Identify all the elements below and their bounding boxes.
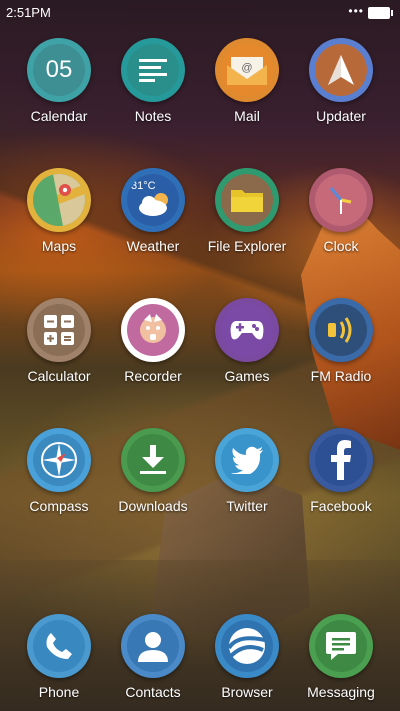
app-contacts[interactable]: Contacts [106,614,200,700]
app-clock[interactable]: Clock [294,168,388,254]
app-label: Calculator [27,368,91,384]
app-compass[interactable]: Compass [12,428,106,514]
app-fm-radio[interactable]: FM Radio [294,298,388,384]
app-calendar[interactable]: 05 Calendar [12,38,106,124]
phone-icon[interactable] [33,620,85,672]
radio-icon[interactable] [315,304,367,356]
updater-icon[interactable] [315,44,367,96]
app-label: Clock [323,238,359,254]
app-label: Mail [234,108,260,124]
app-notes[interactable]: Notes [106,38,200,124]
app-icon-ring[interactable] [27,428,91,492]
dock: Phone Contacts Browser Messaging [0,614,400,700]
app-label: Recorder [124,368,182,384]
clock-icon[interactable] [315,174,367,226]
app-mail[interactable]: @ Mail [200,38,294,124]
calendar-date: 05 [45,56,73,83]
weather-icon[interactable]: 31°C [127,174,179,226]
app-label: Downloads [118,498,188,514]
gamepad-icon[interactable] [221,304,273,356]
app-icon-ring[interactable] [309,428,373,492]
notes-icon[interactable] [127,44,179,96]
signal-indicator: ••• [348,4,364,18]
app-icon-ring[interactable] [27,614,91,678]
app-twitter[interactable]: Twitter [200,428,294,514]
battery-icon [368,7,393,19]
app-messaging[interactable]: Messaging [294,614,388,700]
app-icon-ring[interactable] [121,614,185,678]
app-grid: 05 Calendar Notes @ Mail Updater Maps 31°C Weath… [0,38,400,514]
app-icon-ring[interactable]: @ [215,38,279,102]
twitter-icon[interactable] [221,434,273,486]
folder-icon[interactable] [221,174,273,226]
recorder-icon[interactable] [127,304,179,356]
weather-temperature: 31°C [131,180,156,192]
app-icon-ring[interactable] [215,298,279,362]
app-label: File Explorer [207,238,287,254]
app-icon-ring[interactable] [27,168,91,232]
download-icon[interactable] [127,434,179,486]
app-label: Browser [221,684,273,700]
app-phone[interactable]: Phone [12,614,106,700]
app-icon-ring[interactable] [309,168,373,232]
app-browser[interactable]: Browser [200,614,294,700]
app-icon-ring[interactable] [27,298,91,362]
app-label: Contacts [125,684,181,700]
app-label: Weather [126,238,180,254]
app-icon-ring[interactable]: 05 [27,38,91,102]
app-recorder[interactable]: Recorder [106,298,200,384]
calculator-icon[interactable] [33,304,85,356]
app-icon-ring[interactable] [121,38,185,102]
messaging-icon[interactable] [315,620,367,672]
mail-at-symbol: @ [241,62,252,74]
app-label: Calendar [30,108,88,124]
app-weather[interactable]: 31°C Weather [106,168,200,254]
status-bar: 2:51PM ••• [0,0,400,24]
contacts-icon[interactable] [127,620,179,672]
app-maps[interactable]: Maps [12,168,106,254]
app-icon-ring[interactable] [309,298,373,362]
app-label: Compass [29,498,89,514]
app-label: Phone [38,684,80,700]
app-facebook[interactable]: Facebook [294,428,388,514]
app-icon-ring[interactable] [215,614,279,678]
facebook-icon[interactable] [315,434,367,486]
app-icon-ring[interactable] [215,428,279,492]
calendar-icon[interactable]: 05 [33,44,85,96]
app-calculator[interactable]: Calculator [12,298,106,384]
browser-icon[interactable] [221,620,273,672]
app-label: FM Radio [310,368,372,384]
app-icon-ring[interactable] [309,614,373,678]
app-updater[interactable]: Updater [294,38,388,124]
app-file-explorer[interactable]: File Explorer [200,168,294,254]
app-label: Twitter [226,498,268,514]
compass-icon[interactable] [33,434,85,486]
app-label: Messaging [307,684,375,700]
app-icon-ring[interactable] [215,168,279,232]
maps-icon[interactable] [33,174,85,226]
app-icon-ring[interactable]: 31°C [121,168,185,232]
status-time: 2:51PM [6,5,51,20]
app-label: Maps [41,238,77,254]
app-label: Games [224,368,270,384]
app-label: Notes [134,108,172,124]
app-downloads[interactable]: Downloads [106,428,200,514]
app-icon-ring[interactable] [121,428,185,492]
app-icon-ring[interactable] [121,298,185,362]
app-games[interactable]: Games [200,298,294,384]
app-label: Updater [316,108,366,124]
app-label: Facebook [310,498,372,514]
mail-icon[interactable]: @ [221,44,273,96]
app-icon-ring[interactable] [309,38,373,102]
